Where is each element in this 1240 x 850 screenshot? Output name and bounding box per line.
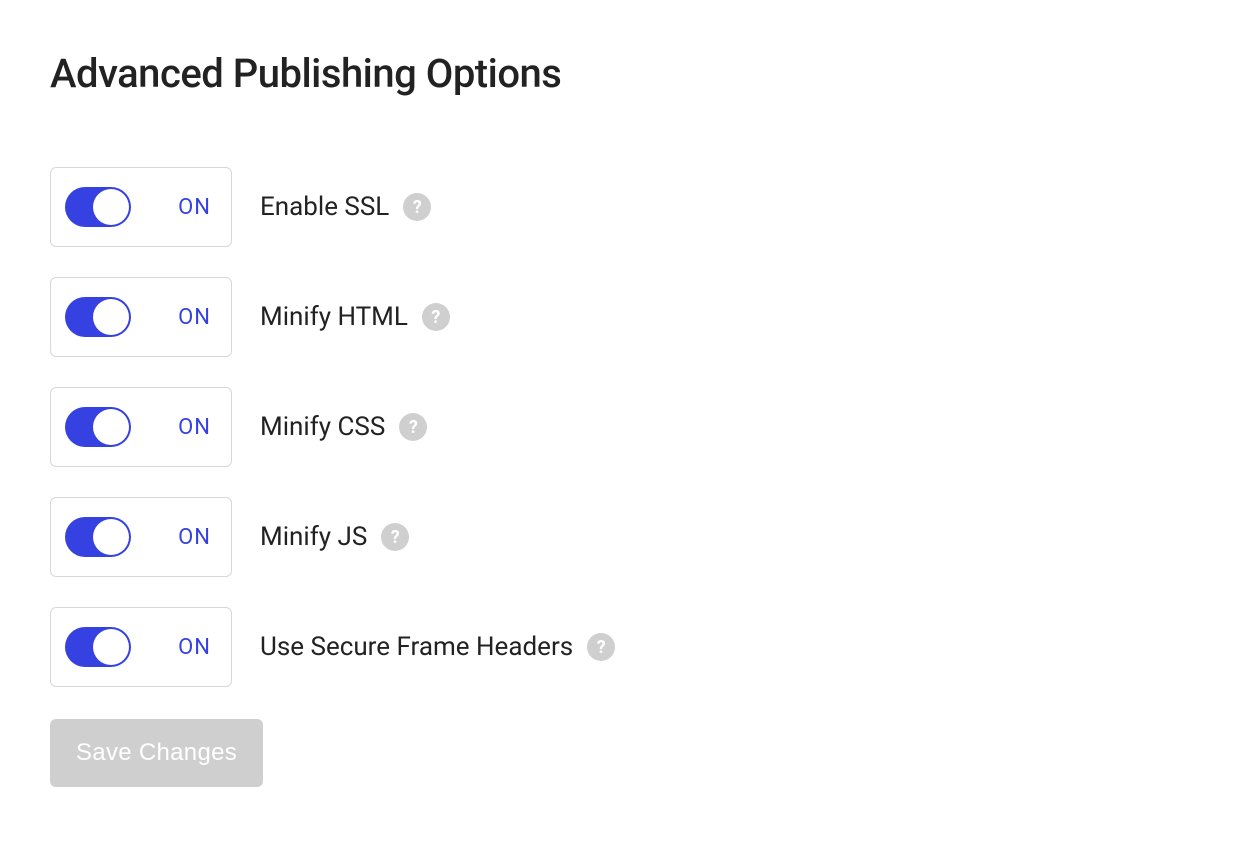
option-label-wrap: Minify JS ? — [260, 522, 409, 552]
help-icon[interactable]: ? — [399, 413, 427, 441]
option-label: Minify JS — [260, 522, 367, 552]
page-title: Advanced Publishing Options — [50, 50, 1190, 97]
toggle-minify-js[interactable]: ON — [50, 497, 232, 577]
options-list: ON Enable SSL ? ON Minify HTML ? ON Mini… — [50, 167, 1190, 787]
help-icon[interactable]: ? — [381, 523, 409, 551]
save-changes-button[interactable]: Save Changes — [50, 719, 263, 787]
toggle-state-label: ON — [178, 525, 211, 550]
toggle-minify-html[interactable]: ON — [50, 277, 232, 357]
option-label: Minify HTML — [260, 302, 408, 332]
toggle-enable-ssl[interactable]: ON — [50, 167, 232, 247]
help-icon[interactable]: ? — [587, 633, 615, 661]
toggle-switch-icon — [65, 627, 131, 667]
option-label-wrap: Minify CSS ? — [260, 412, 427, 442]
option-row-minify-html: ON Minify HTML ? — [50, 277, 1190, 357]
option-label-wrap: Use Secure Frame Headers ? — [260, 632, 615, 662]
toggle-switch-icon — [65, 517, 131, 557]
toggle-state-label: ON — [178, 415, 211, 440]
option-label-wrap: Enable SSL ? — [260, 192, 431, 222]
option-label: Enable SSL — [260, 192, 389, 222]
option-label-wrap: Minify HTML ? — [260, 302, 450, 332]
toggle-knob-icon — [93, 519, 129, 555]
option-row-enable-ssl: ON Enable SSL ? — [50, 167, 1190, 247]
toggle-switch-icon — [65, 187, 131, 227]
option-row-secure-frame-headers: ON Use Secure Frame Headers ? — [50, 607, 1190, 687]
toggle-state-label: ON — [178, 195, 211, 220]
option-row-minify-css: ON Minify CSS ? — [50, 387, 1190, 467]
toggle-knob-icon — [93, 299, 129, 335]
toggle-state-label: ON — [178, 635, 211, 660]
toggle-minify-css[interactable]: ON — [50, 387, 232, 467]
help-icon[interactable]: ? — [422, 303, 450, 331]
help-icon[interactable]: ? — [403, 193, 431, 221]
toggle-switch-icon — [65, 297, 131, 337]
toggle-state-label: ON — [178, 305, 211, 330]
toggle-secure-frame-headers[interactable]: ON — [50, 607, 232, 687]
option-row-minify-js: ON Minify JS ? — [50, 497, 1190, 577]
toggle-knob-icon — [93, 409, 129, 445]
option-label: Use Secure Frame Headers — [260, 632, 573, 662]
option-label: Minify CSS — [260, 412, 385, 442]
toggle-knob-icon — [93, 629, 129, 665]
toggle-knob-icon — [93, 189, 129, 225]
toggle-switch-icon — [65, 407, 131, 447]
